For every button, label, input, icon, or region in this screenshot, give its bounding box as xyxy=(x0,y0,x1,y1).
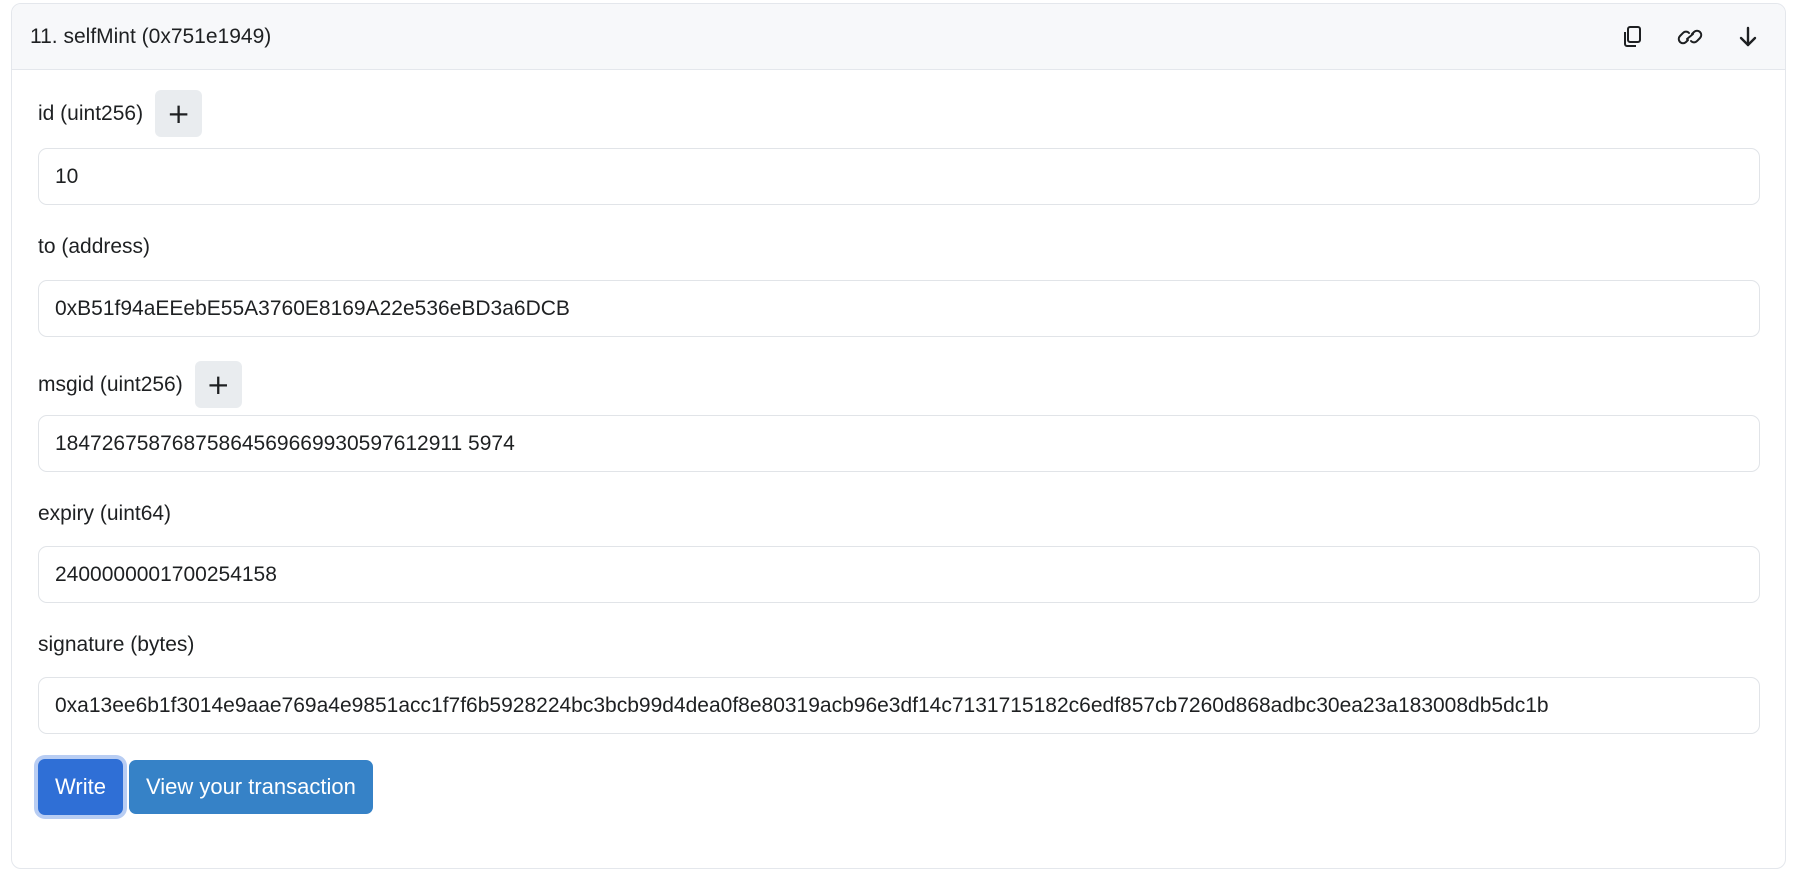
label-to: to (address) xyxy=(38,234,151,258)
field-label-msgid: msgid (uint256) + xyxy=(38,361,1759,408)
field-label-id: id (uint256) + xyxy=(38,90,1759,137)
field-label-expiry: expiry (uint64) xyxy=(38,496,1759,531)
copy-icon[interactable] xyxy=(1617,22,1647,52)
function-card: 11. selfMint (0x751e1949) id (uint256) +… xyxy=(11,3,1786,869)
field-label-signature: signature (bytes) xyxy=(38,627,1759,662)
arrow-down-icon[interactable] xyxy=(1733,22,1763,52)
function-title: 11. selfMint (0x751e1949) xyxy=(30,24,272,48)
header-actions xyxy=(1617,22,1763,52)
add-id-button[interactable]: + xyxy=(155,90,203,137)
msgid-input[interactable]: 18472675876875864569669930597612911 5974 xyxy=(38,415,1760,472)
label-expiry: expiry (uint64) xyxy=(38,501,172,525)
id-input[interactable]: 10 xyxy=(38,148,1760,205)
expiry-input[interactable]: 2400000001700254158 xyxy=(38,546,1760,603)
function-body: id (uint256) + 10 to (address) 0xB51f94a… xyxy=(12,90,1785,815)
to-input[interactable]: 0xB51f94aEEebE55A3760E8169A22e536eBD3a6D… xyxy=(38,280,1760,337)
write-button[interactable]: Write xyxy=(38,759,123,815)
label-msgid: msgid (uint256) xyxy=(38,372,183,396)
view-transaction-button[interactable]: View your transaction xyxy=(128,760,373,814)
signature-input[interactable]: 0xa13ee6b1f3014e9aae769a4e9851acc1f7f6b5… xyxy=(38,677,1760,734)
field-label-to: to (address) xyxy=(38,229,1759,264)
link-icon[interactable] xyxy=(1675,22,1705,52)
add-msgid-button[interactable]: + xyxy=(194,361,242,408)
action-buttons: Write View your transaction xyxy=(38,759,1759,815)
label-signature: signature (bytes) xyxy=(38,632,195,656)
function-header[interactable]: 11. selfMint (0x751e1949) xyxy=(12,4,1785,70)
label-id: id (uint256) xyxy=(38,101,144,125)
